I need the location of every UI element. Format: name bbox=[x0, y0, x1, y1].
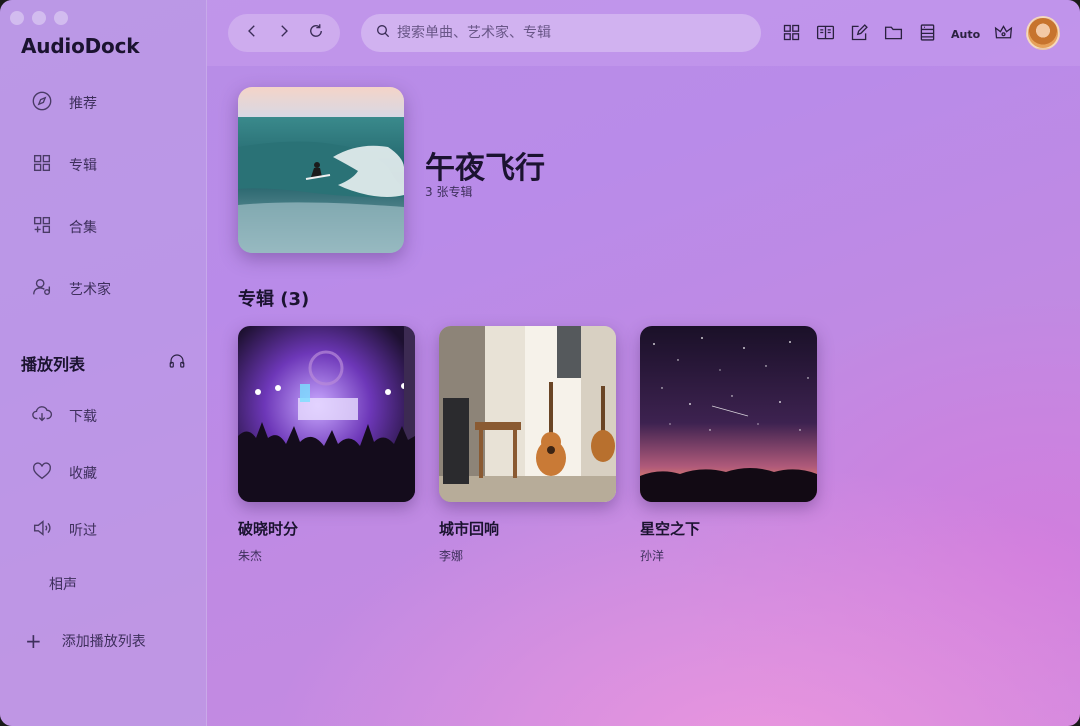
close-window-button[interactable] bbox=[10, 11, 24, 25]
search-input[interactable] bbox=[397, 25, 737, 41]
sidebar-item-history[interactable]: 听过 bbox=[31, 517, 97, 543]
album-artist[interactable]: 孙洋 bbox=[640, 547, 817, 564]
album-title[interactable]: 星空之下 bbox=[640, 518, 817, 539]
search-icon bbox=[375, 23, 391, 43]
album-count: 3 张专辑 bbox=[425, 185, 473, 199]
page-title: 午夜飞行 bbox=[425, 151, 545, 186]
sidebar: AudioDock 推荐 专辑 合集 艺术家 播放列表 下载 收藏 听过 相声 … bbox=[0, 0, 207, 726]
book-icon[interactable] bbox=[815, 22, 836, 47]
compass-icon bbox=[31, 90, 53, 116]
album-card[interactable]: 星空之下 孙洋 bbox=[640, 326, 817, 564]
heart-icon bbox=[31, 460, 53, 486]
minimize-window-button[interactable] bbox=[32, 11, 46, 25]
sidebar-item-label: 推荐 bbox=[69, 96, 97, 112]
grid-view-icon[interactable] bbox=[781, 22, 802, 47]
auto-mode-button[interactable]: Auto bbox=[951, 28, 980, 41]
sidebar-item-label: 收藏 bbox=[69, 466, 97, 482]
add-playlist-label: 添加播放列表 bbox=[61, 634, 146, 650]
sidebar-item-label: 下载 bbox=[69, 409, 97, 425]
collection-icon bbox=[31, 214, 53, 240]
crown-icon[interactable] bbox=[993, 22, 1014, 47]
sidebar-item-artists[interactable]: 艺术家 bbox=[31, 276, 111, 302]
album-artist[interactable]: 李娜 bbox=[439, 547, 616, 564]
album-artist[interactable]: 朱杰 bbox=[238, 547, 415, 564]
sidebar-item-label: 听过 bbox=[69, 523, 97, 539]
sidebar-item-recommend[interactable]: 推荐 bbox=[31, 90, 97, 116]
albums-section-heading: 专辑 (3) bbox=[238, 289, 310, 310]
zoom-window-button[interactable] bbox=[54, 11, 68, 25]
sidebar-item-collections[interactable]: 合集 bbox=[31, 214, 97, 240]
sidebar-item-label: 专辑 bbox=[69, 158, 97, 174]
navigation-controls bbox=[228, 14, 340, 52]
grid-icon bbox=[31, 152, 53, 178]
album-cover-image[interactable] bbox=[640, 326, 817, 502]
album-title[interactable]: 破晓时分 bbox=[238, 518, 415, 539]
playlist-section-title: 播放列表 bbox=[21, 355, 86, 374]
album-card[interactable]: 破晓时分 朱杰 bbox=[238, 326, 415, 564]
cloud-download-icon bbox=[31, 403, 53, 429]
sidebar-item-downloads[interactable]: 下载 bbox=[31, 403, 97, 429]
refresh-button[interactable] bbox=[307, 22, 325, 44]
list-icon[interactable] bbox=[917, 22, 938, 47]
app-window: AudioDock 推荐 专辑 合集 艺术家 播放列表 下载 收藏 听过 相声 … bbox=[0, 0, 1080, 726]
headphones-icon[interactable] bbox=[168, 352, 186, 374]
sidebar-item-favorites[interactable]: 收藏 bbox=[31, 460, 97, 486]
edit-icon[interactable] bbox=[849, 22, 870, 47]
sidebar-item-custom-playlist[interactable]: 相声 bbox=[49, 574, 77, 594]
back-button[interactable] bbox=[243, 22, 261, 44]
app-title: AudioDock bbox=[21, 34, 140, 58]
search-bar[interactable] bbox=[361, 14, 761, 52]
artist-icon bbox=[31, 276, 53, 302]
sidebar-item-label: 合集 bbox=[69, 220, 97, 236]
add-playlist-button[interactable]: + 添加播放列表 bbox=[25, 631, 146, 651]
avatar[interactable] bbox=[1026, 16, 1060, 50]
collection-cover-image bbox=[238, 87, 404, 253]
toolbar-actions: Auto bbox=[781, 22, 1014, 47]
sidebar-item-label: 艺术家 bbox=[69, 282, 111, 298]
sidebar-item-albums[interactable]: 专辑 bbox=[31, 152, 97, 178]
forward-button[interactable] bbox=[275, 22, 293, 44]
album-cover-image[interactable] bbox=[238, 326, 415, 502]
album-title[interactable]: 城市回响 bbox=[439, 518, 616, 539]
speaker-icon bbox=[31, 517, 53, 543]
window-controls bbox=[10, 11, 68, 25]
toolbar: Auto bbox=[207, 0, 1080, 66]
plus-icon: + bbox=[25, 629, 42, 653]
album-card[interactable]: 城市回响 李娜 bbox=[439, 326, 616, 564]
folder-icon[interactable] bbox=[883, 22, 904, 47]
album-cover-image[interactable] bbox=[439, 326, 616, 502]
